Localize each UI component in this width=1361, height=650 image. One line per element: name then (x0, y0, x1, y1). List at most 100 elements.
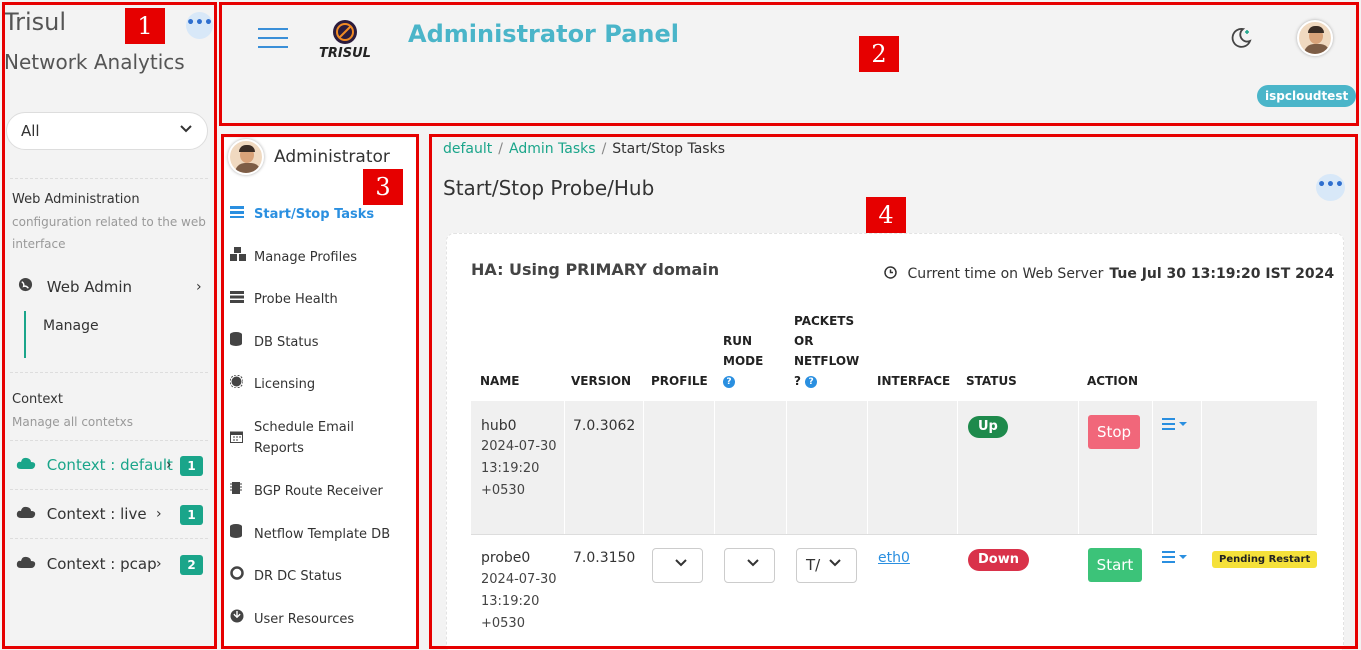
help-icon[interactable]: ? (723, 375, 735, 388)
cell-divider (1201, 401, 1202, 534)
nav-item-label: Probe Health (254, 292, 338, 307)
packets-netflow-select[interactable]: T/ (796, 548, 857, 583)
admin-name: Administrator (274, 147, 390, 167)
nav-item-bgp-route-receiver[interactable]: BGP Route Receiver (230, 481, 410, 502)
ha-title: HA: Using PRIMARY domain (471, 260, 720, 279)
context-filter-select[interactable]: All (6, 112, 208, 150)
col-status: STATUS (966, 374, 1017, 388)
nav-item-label: BGP Route Receiver (254, 484, 383, 499)
start-button[interactable]: Start (1088, 548, 1142, 582)
row-menu-dropdown[interactable] (1162, 550, 1188, 568)
pending-restart-badge: Pending Restart (1212, 551, 1318, 568)
interface-link[interactable]: eth0 (878, 550, 910, 566)
nav-item-probe-health[interactable]: Probe Health (230, 289, 410, 310)
chevron-right-icon: › (156, 556, 162, 572)
chevron-down-icon (674, 556, 688, 574)
col-packets: PACKETS OR NETFLOW ? ? (794, 314, 860, 388)
row-name: probe0 (481, 550, 531, 566)
chevron-down-icon (746, 556, 760, 574)
divider (10, 440, 208, 441)
database-icon (230, 332, 254, 353)
nav-item-manage-profiles[interactable]: Manage Profiles (230, 247, 410, 268)
nav-item-netflow-template-db[interactable]: Netflow Template DB (230, 524, 410, 545)
row-time: 13:19:20 (481, 594, 540, 609)
cloud-icon (16, 505, 42, 523)
status-badge: Up (968, 416, 1008, 438)
nav-item-schedule-email-reports[interactable]: Schedule Email Reports (230, 417, 410, 459)
row-divider (471, 534, 1317, 535)
nav-item-label: Manage Profiles (254, 250, 357, 265)
nav-item-start-stop-tasks[interactable]: Start/Stop Tasks (230, 204, 410, 225)
context-label: Context : pcap (46, 555, 157, 573)
col-action: ACTION (1087, 374, 1138, 388)
help-icon[interactable]: ? (805, 375, 818, 388)
row-date: 2024-07-30 (481, 572, 557, 587)
row-version: 7.0.3062 (573, 418, 636, 434)
lifering-icon (230, 566, 254, 587)
divider (10, 178, 208, 179)
packets-netflow-value: T/ (806, 556, 821, 574)
row-date: 2024-07-30 (481, 439, 557, 454)
sidebar-item-manage[interactable]: Manage (43, 318, 99, 334)
profile-select[interactable] (652, 548, 703, 583)
chevron-down-icon (828, 556, 842, 574)
hamburger-menu-icon[interactable] (258, 28, 288, 55)
nav-item-user-resources[interactable]: User Resources (230, 609, 410, 630)
context-label: Context : default (46, 456, 173, 474)
top-header (220, 3, 1358, 125)
web-admin-section-title: Web Administration (12, 192, 140, 207)
chevron-right-icon: › (196, 279, 202, 295)
row-menu-dropdown[interactable] (1162, 417, 1188, 435)
row-time: 13:19:20 (481, 461, 540, 476)
stop-button[interactable]: Stop (1088, 415, 1140, 449)
calendar-icon (230, 429, 254, 450)
admin-avatar (228, 139, 264, 175)
nav-item-dr-dc-status[interactable]: DR DC Status (230, 566, 410, 587)
col-run-mode: RUN MODE ? (723, 334, 764, 388)
server-time-label: Current time on Web Server (907, 266, 1104, 282)
cell-divider (643, 401, 644, 534)
divider (10, 489, 208, 490)
context-item-pcap[interactable]: Context : pcap (16, 555, 157, 573)
nav-item-label: Schedule Email Reports (254, 420, 354, 456)
status-badge: Down (968, 549, 1029, 571)
user-badge[interactable]: ispcloudtest (1257, 85, 1357, 107)
row-version: 7.0.3150 (573, 550, 636, 566)
nav-item-licensing[interactable]: Licensing (229, 374, 410, 395)
context-item-live[interactable]: Context : live (16, 505, 147, 523)
main-more-button[interactable]: ••• (1316, 174, 1345, 201)
context-item-default[interactable]: Context : default (16, 456, 173, 474)
web-admin-section-desc: configuration related to the web interfa… (12, 215, 206, 251)
page-title: Administrator Panel (408, 20, 679, 48)
list-icon (230, 204, 254, 225)
trisul-logo[interactable]: TRISUL (310, 18, 380, 64)
dark-mode-icon[interactable] (1229, 26, 1253, 55)
server-time-value: Tue Jul 30 13:19:20 IST 2024 (1109, 266, 1335, 282)
chip-icon (230, 481, 254, 502)
tree-line (24, 311, 26, 358)
sidebar-more-button[interactable]: ••• (186, 12, 213, 39)
divider (10, 538, 208, 539)
cell-divider (867, 401, 868, 534)
context-filter-value: All (21, 122, 40, 140)
annotation-label-3: 3 (363, 169, 403, 205)
nav-item-label: Netflow Template DB (254, 527, 391, 542)
context-count-badge: 1 (180, 505, 203, 525)
nav-item-db-status[interactable]: DB Status (230, 332, 410, 353)
cell-divider (564, 401, 565, 534)
user-avatar[interactable] (1297, 20, 1333, 56)
sidebar-item-label: Web Admin (46, 278, 133, 296)
brand-subtitle: Network Analytics (4, 50, 185, 74)
left-sidebar: Trisul Network Analytics ••• All Web Adm… (0, 0, 217, 650)
annotation-label-1: 1 (125, 8, 165, 44)
breadcrumb-admin-tasks[interactable]: Admin Tasks (509, 141, 596, 157)
divider (10, 372, 208, 373)
run-mode-select[interactable] (724, 548, 775, 583)
cell-divider (957, 401, 958, 534)
context-section-desc: Manage all contetxs (12, 415, 134, 429)
breadcrumb-default[interactable]: default (443, 141, 492, 157)
nav-item-label: Start/Stop Tasks (254, 207, 375, 222)
cloud-icon (16, 456, 42, 474)
row-name: hub0 (481, 418, 517, 434)
sidebar-item-web-admin[interactable]: Web Admin (18, 277, 132, 296)
